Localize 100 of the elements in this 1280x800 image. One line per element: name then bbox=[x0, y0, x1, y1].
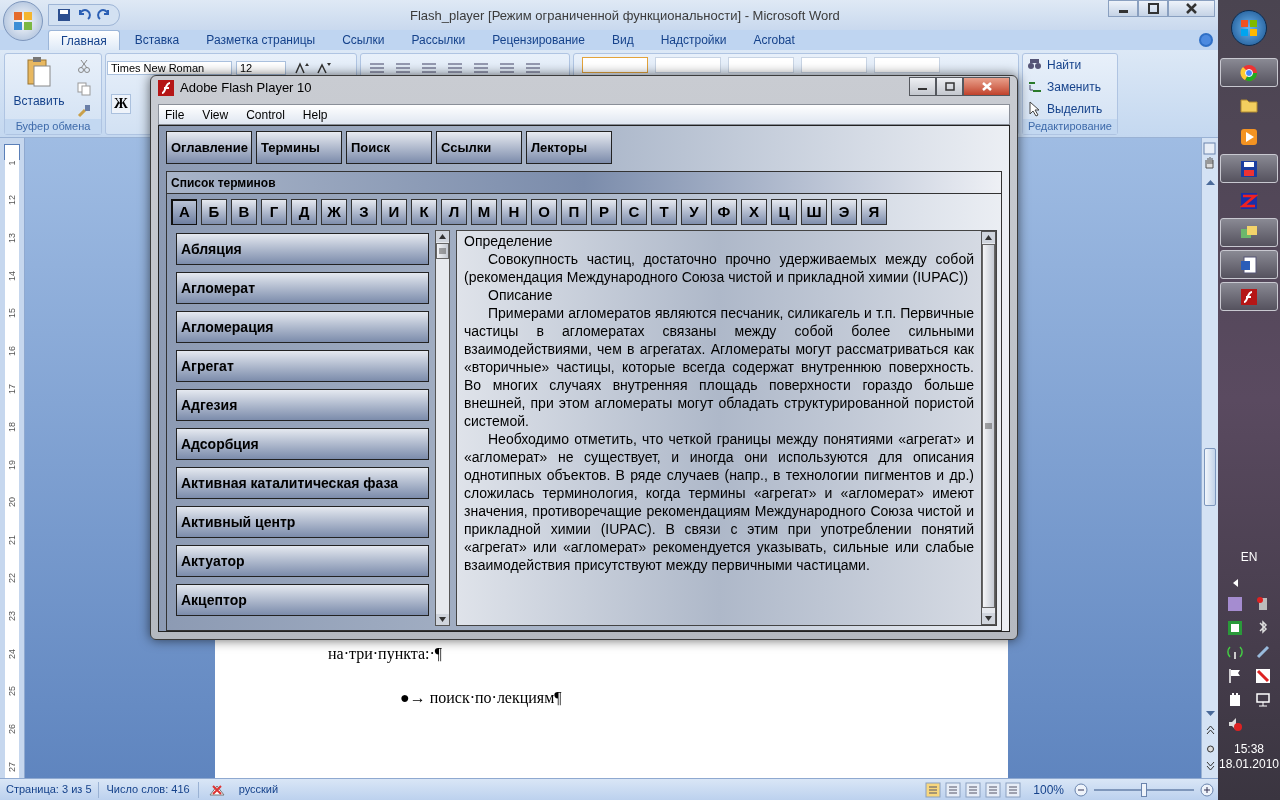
zoom-in-icon[interactable] bbox=[1200, 783, 1214, 797]
letter-button[interactable]: К bbox=[411, 199, 437, 225]
shrink-font-icon[interactable] bbox=[316, 62, 332, 74]
scroll-thumb[interactable] bbox=[982, 244, 995, 608]
save-icon[interactable] bbox=[57, 8, 71, 22]
keyboard-language[interactable]: EN bbox=[1240, 548, 1258, 566]
zoom-slider-thumb[interactable] bbox=[1141, 783, 1147, 797]
tab[interactable]: Поиск bbox=[346, 131, 432, 164]
scissors-icon[interactable] bbox=[77, 59, 91, 73]
term-button[interactable]: Адгезия bbox=[176, 389, 429, 421]
scroll-thumb[interactable] bbox=[1204, 448, 1216, 506]
paragraph-format-icon[interactable] bbox=[369, 62, 385, 74]
paste-button[interactable]: Вставить bbox=[11, 56, 67, 116]
ribbon-tab[interactable]: Рецензирование bbox=[480, 30, 597, 50]
bold-button[interactable]: Ж bbox=[111, 94, 131, 114]
font-name-field[interactable]: Times New Roman bbox=[107, 61, 232, 75]
term-button[interactable]: Агрегат bbox=[176, 350, 429, 382]
taskbar-button[interactable] bbox=[1220, 218, 1278, 247]
letter-button[interactable]: М bbox=[471, 199, 497, 225]
tray-icon[interactable] bbox=[1255, 644, 1271, 660]
scroll-down-icon[interactable] bbox=[1205, 710, 1216, 718]
tray-icon[interactable] bbox=[1227, 620, 1243, 636]
vertical-scrollbar[interactable] bbox=[1201, 138, 1218, 778]
scroll-down-icon[interactable] bbox=[436, 614, 449, 625]
scroll-up-icon[interactable] bbox=[1205, 178, 1216, 186]
brush-icon[interactable] bbox=[77, 104, 91, 118]
letter-button[interactable]: В bbox=[231, 199, 257, 225]
menu-item[interactable]: View bbox=[200, 105, 231, 124]
letter-button[interactable]: Ш bbox=[801, 199, 827, 225]
term-button[interactable]: Абляция bbox=[176, 233, 429, 265]
letter-button[interactable]: Б bbox=[201, 199, 227, 225]
term-button[interactable]: Активный центр bbox=[176, 506, 429, 538]
zoom-level[interactable]: 100% bbox=[1033, 781, 1064, 799]
tab[interactable]: Ссылки bbox=[436, 131, 522, 164]
undo-icon[interactable] bbox=[77, 8, 91, 22]
page-counter[interactable]: Страница: 3 из 5 bbox=[0, 781, 98, 798]
scroll-up-icon[interactable] bbox=[436, 231, 449, 242]
tray-icon[interactable] bbox=[1227, 692, 1243, 708]
tab[interactable]: Оглавление bbox=[166, 131, 252, 164]
style-preview-icon[interactable] bbox=[582, 57, 648, 73]
ribbon-tab[interactable]: Вставка bbox=[122, 30, 192, 50]
paragraph-format-icon[interactable] bbox=[525, 62, 541, 74]
term-button[interactable]: Агломерация bbox=[176, 311, 429, 343]
grow-font-icon[interactable] bbox=[294, 62, 310, 74]
close-button[interactable] bbox=[1168, 0, 1215, 17]
letter-button[interactable]: П bbox=[561, 199, 587, 225]
replace-button[interactable]: Заменить bbox=[1027, 78, 1101, 96]
letter-button[interactable]: А bbox=[171, 199, 197, 225]
taskbar-button[interactable] bbox=[1220, 154, 1278, 183]
tab[interactable]: Лекторы bbox=[526, 131, 612, 164]
term-button[interactable]: Активная каталитическая фаза bbox=[176, 467, 429, 499]
font-size-field[interactable]: 12 bbox=[236, 61, 286, 75]
ribbon-tab[interactable]: Acrobat bbox=[741, 30, 807, 50]
letter-button[interactable]: О bbox=[531, 199, 557, 225]
office-button[interactable] bbox=[3, 1, 43, 41]
help-icon[interactable] bbox=[1198, 32, 1214, 48]
letter-button[interactable]: У bbox=[681, 199, 707, 225]
menu-item[interactable]: Control bbox=[244, 105, 287, 124]
start-button[interactable] bbox=[1231, 10, 1267, 46]
clock[interactable]: 15:38 18.01.2010 bbox=[1218, 742, 1280, 772]
select-button[interactable]: Выделить bbox=[1027, 100, 1103, 118]
tab[interactable]: Термины bbox=[256, 131, 342, 164]
letter-button[interactable]: Т bbox=[651, 199, 677, 225]
tray-icon[interactable] bbox=[1227, 644, 1243, 660]
scrollbar[interactable] bbox=[435, 230, 450, 626]
ribbon-tab[interactable]: Рассылки bbox=[399, 30, 478, 50]
letter-button[interactable]: Д bbox=[291, 199, 317, 225]
ribbon-tab[interactable]: Ссылки bbox=[330, 30, 397, 50]
tray-icon[interactable] bbox=[1255, 668, 1271, 684]
ribbon-tab[interactable]: Разметка страницы bbox=[194, 30, 328, 50]
letter-button[interactable]: Ф bbox=[711, 199, 737, 225]
tray-icon[interactable] bbox=[1227, 668, 1243, 684]
letter-button[interactable]: Ц bbox=[771, 199, 797, 225]
letter-button[interactable]: Л bbox=[441, 199, 467, 225]
letter-button[interactable]: З bbox=[351, 199, 377, 225]
tray-icon[interactable] bbox=[1255, 692, 1271, 708]
term-button[interactable]: Адсорбция bbox=[176, 428, 429, 460]
paragraph-format-icon[interactable] bbox=[421, 62, 437, 74]
menu-item[interactable]: File bbox=[163, 105, 187, 124]
close-icon[interactable] bbox=[1183, 1, 1200, 16]
scroll-down-icon[interactable] bbox=[982, 613, 995, 624]
letter-button[interactable]: Я bbox=[861, 199, 887, 225]
scroll-thumb[interactable] bbox=[436, 243, 449, 259]
letter-button[interactable]: Ж bbox=[321, 199, 347, 225]
minimize-button[interactable] bbox=[1108, 0, 1138, 17]
taskbar-button[interactable] bbox=[1220, 250, 1278, 279]
letter-button[interactable]: С bbox=[621, 199, 647, 225]
paragraph-format-icon[interactable] bbox=[499, 62, 515, 74]
letter-button[interactable]: Р bbox=[591, 199, 617, 225]
find-button[interactable]: Найти bbox=[1027, 56, 1082, 74]
ribbon-tab[interactable]: Главная bbox=[48, 30, 120, 50]
paragraph-format-icon[interactable] bbox=[473, 62, 489, 74]
close-button[interactable] bbox=[963, 77, 1010, 96]
taskbar-button[interactable] bbox=[1220, 282, 1278, 311]
term-button[interactable]: Акцептор bbox=[176, 584, 429, 616]
ribbon-tab[interactable]: Надстройки bbox=[648, 30, 739, 50]
paragraph-format-icon[interactable] bbox=[447, 62, 463, 74]
ribbon-tab[interactable]: Вид bbox=[599, 30, 646, 50]
letter-button[interactable]: И bbox=[381, 199, 407, 225]
show-hidden-icons-icon[interactable] bbox=[1231, 578, 1239, 588]
